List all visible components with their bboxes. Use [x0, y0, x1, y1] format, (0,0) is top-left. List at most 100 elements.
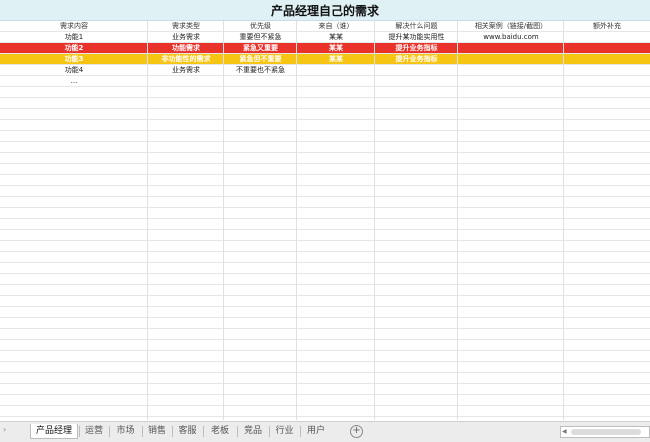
table-cell[interactable] — [224, 307, 297, 318]
table-cell[interactable] — [297, 186, 375, 197]
sheet-tab[interactable]: 运营 — [80, 424, 108, 439]
table-cell[interactable] — [564, 109, 650, 120]
table-cell[interactable] — [564, 241, 650, 252]
table-cell[interactable] — [224, 362, 297, 373]
table-cell[interactable] — [375, 351, 458, 362]
table-cell[interactable] — [458, 76, 564, 87]
table-cell[interactable] — [297, 329, 375, 340]
table-cell[interactable] — [0, 164, 148, 175]
table-cell[interactable] — [564, 87, 650, 98]
table-cell[interactable] — [458, 153, 564, 164]
table-cell[interactable] — [297, 219, 375, 230]
table-cell[interactable] — [0, 208, 148, 219]
scrollbar-thumb[interactable] — [571, 429, 641, 435]
sheet-tab[interactable]: 销售 — [143, 424, 171, 439]
table-cell[interactable] — [297, 109, 375, 120]
table-cell[interactable] — [0, 307, 148, 318]
table-cell[interactable] — [148, 351, 224, 362]
table-cell[interactable] — [297, 285, 375, 296]
table-cell[interactable] — [375, 65, 458, 76]
table-row[interactable] — [0, 395, 650, 406]
table-cell[interactable] — [148, 373, 224, 384]
table-cell[interactable] — [224, 230, 297, 241]
table-cell[interactable] — [148, 384, 224, 395]
table-cell[interactable] — [458, 296, 564, 307]
add-sheet-button[interactable]: + — [350, 425, 363, 438]
table-cell[interactable] — [0, 296, 148, 307]
table-row[interactable] — [0, 362, 650, 373]
table-cell[interactable] — [564, 76, 650, 87]
table-row[interactable]: ... — [0, 76, 650, 87]
table-cell[interactable] — [297, 351, 375, 362]
table-cell[interactable] — [0, 120, 148, 131]
table-cell[interactable] — [297, 65, 375, 76]
table-cell[interactable] — [0, 318, 148, 329]
table-cell[interactable] — [375, 120, 458, 131]
table-cell[interactable] — [148, 252, 224, 263]
table-cell[interactable] — [297, 230, 375, 241]
table-cell[interactable] — [564, 98, 650, 109]
table-cell[interactable] — [375, 208, 458, 219]
table-row[interactable] — [0, 153, 650, 164]
table-cell[interactable] — [564, 395, 650, 406]
table-cell[interactable]: 功能需求 — [148, 43, 224, 54]
table-row[interactable] — [0, 109, 650, 120]
table-cell[interactable] — [0, 373, 148, 384]
table-cell[interactable] — [0, 329, 148, 340]
table-cell[interactable] — [148, 208, 224, 219]
table-cell[interactable] — [148, 263, 224, 274]
table-cell[interactable] — [297, 362, 375, 373]
table-cell[interactable] — [564, 252, 650, 263]
table-cell[interactable] — [297, 76, 375, 87]
table-cell[interactable]: 功能2 — [0, 43, 148, 54]
table-cell[interactable] — [458, 120, 564, 131]
table-cell[interactable] — [375, 318, 458, 329]
table-cell[interactable] — [375, 263, 458, 274]
table-cell[interactable] — [375, 296, 458, 307]
table-cell[interactable]: 业务需求 — [148, 32, 224, 43]
table-cell[interactable] — [0, 274, 148, 285]
table-cell[interactable] — [297, 274, 375, 285]
table-cell[interactable] — [224, 296, 297, 307]
table-cell[interactable] — [297, 406, 375, 417]
table-row[interactable] — [0, 263, 650, 274]
table-cell[interactable] — [297, 98, 375, 109]
table-cell[interactable] — [297, 296, 375, 307]
tab-scroll-icon[interactable]: › — [3, 425, 6, 434]
table-row[interactable] — [0, 142, 650, 153]
table-cell[interactable] — [458, 109, 564, 120]
table-cell[interactable] — [148, 164, 224, 175]
table-cell[interactable] — [458, 142, 564, 153]
table-cell[interactable] — [0, 395, 148, 406]
table-cell[interactable] — [0, 340, 148, 351]
table-cell[interactable] — [0, 197, 148, 208]
table-cell[interactable] — [148, 285, 224, 296]
table-row[interactable] — [0, 340, 650, 351]
table-cell[interactable] — [0, 153, 148, 164]
table-cell[interactable] — [224, 131, 297, 142]
table-cell[interactable] — [564, 175, 650, 186]
table-cell[interactable] — [224, 175, 297, 186]
table-row[interactable] — [0, 274, 650, 285]
table-cell[interactable] — [0, 230, 148, 241]
table-row[interactable] — [0, 252, 650, 263]
table-cell[interactable] — [148, 274, 224, 285]
table-cell[interactable] — [297, 318, 375, 329]
table-cell[interactable]: ... — [0, 76, 148, 87]
table-cell[interactable] — [458, 43, 564, 54]
table-cell[interactable] — [375, 285, 458, 296]
table-cell[interactable] — [375, 384, 458, 395]
table-cell[interactable] — [148, 142, 224, 153]
table-cell[interactable] — [458, 329, 564, 340]
table-cell[interactable] — [564, 263, 650, 274]
table-row[interactable] — [0, 296, 650, 307]
sheet-tab[interactable]: 用户 — [301, 424, 331, 439]
table-cell[interactable] — [458, 241, 564, 252]
table-cell[interactable] — [375, 373, 458, 384]
table-cell[interactable] — [458, 230, 564, 241]
table-cell[interactable] — [148, 395, 224, 406]
table-cell[interactable] — [458, 395, 564, 406]
table-cell[interactable] — [224, 351, 297, 362]
table-row[interactable]: 功能2 功能需求 紧急又重要 某某 提升业务指标 — [0, 43, 650, 54]
table-cell[interactable]: 某某 — [297, 32, 375, 43]
